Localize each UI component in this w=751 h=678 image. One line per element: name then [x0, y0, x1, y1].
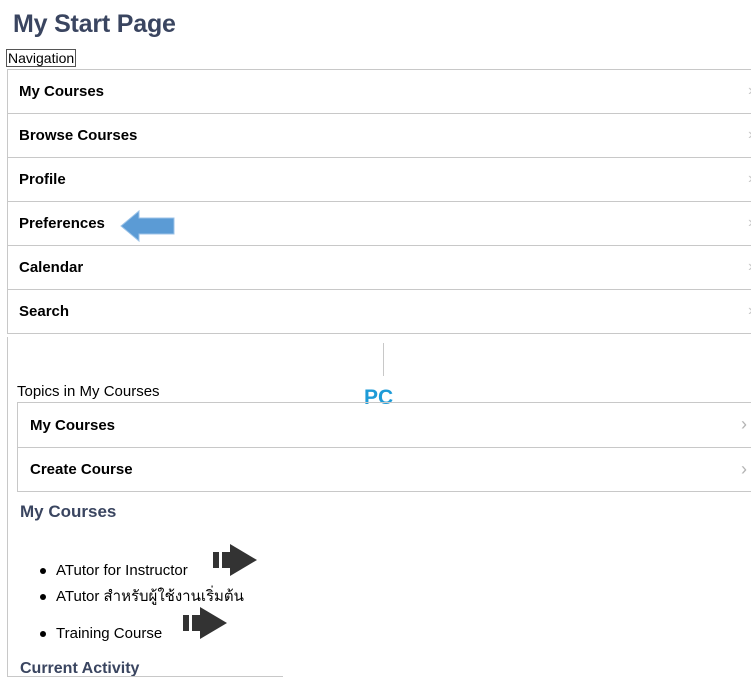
- course-link[interactable]: Training Course: [56, 625, 162, 642]
- bullet-icon: [40, 594, 46, 601]
- course-item-atutor-beginner[interactable]: ATutor สำหรับผู้ใช้งานเริ่มต้น: [40, 584, 244, 608]
- pointer-arrow-right-icon: [183, 607, 227, 639]
- course-link[interactable]: ATutor for Instructor: [56, 562, 188, 579]
- course-item-training[interactable]: Training Course: [40, 625, 162, 642]
- bullet-icon: [40, 568, 46, 575]
- bullet-icon: [40, 631, 46, 638]
- pointer-arrow-right-icon: [213, 544, 257, 576]
- course-item-atutor-instructor[interactable]: ATutor for Instructor: [40, 562, 188, 579]
- course-list: ATutor for Instructor ATutor สำหรับผู้ใช…: [0, 0, 751, 677]
- course-link[interactable]: ATutor สำหรับผู้ใช้งานเริ่มต้น: [56, 588, 244, 605]
